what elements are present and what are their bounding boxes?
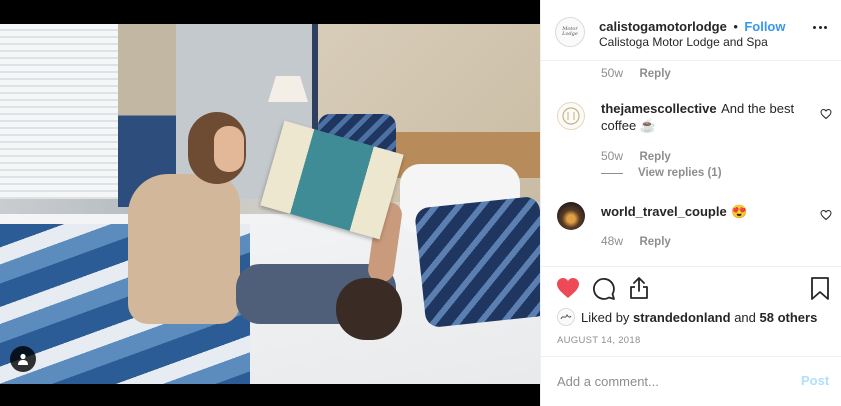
post-username[interactable]: calistogamotorlodge [599,19,727,34]
likes-others-link[interactable]: 58 others [760,310,818,325]
comment-age: 50w [601,66,624,80]
liker-logo-icon [560,313,572,320]
heart-icon[interactable] [556,277,580,299]
replies-divider [601,173,623,174]
comment-username[interactable]: world_travel_couple [601,204,727,219]
post-side-panel: Motor Lodge calistogamotorlodge • Follow… [540,0,841,406]
reply-button[interactable]: Reply [639,236,670,248]
post-location[interactable]: Calistoga Motor Lodge and Spa [599,35,768,49]
post-button[interactable]: Post [801,373,829,388]
user-tag-icon[interactable] [10,346,36,372]
share-icon[interactable] [628,276,650,300]
post-header: Motor Lodge calistogamotorlodge • Follow… [541,0,841,61]
divider [541,266,841,267]
bookmark-icon[interactable] [810,277,830,301]
post-photo[interactable] [0,0,540,406]
avatar-logo-text: Motor Lodge [562,25,578,37]
comment-age: 48w [601,234,624,248]
woman [128,174,240,324]
comment-age: 50w [601,149,624,163]
bedroom-scene [0,24,540,384]
comment-text: 😍 [731,204,748,219]
divider [541,356,841,357]
comment-like-heart-icon[interactable] [820,108,832,120]
likes-middle: and [734,310,756,325]
comment-icon[interactable] [592,277,616,301]
avatar[interactable] [557,102,585,130]
likes-prefix: Liked by [581,310,630,325]
comment-meta: 50w Reply [601,147,671,165]
post-date: AUGUST 14, 2018 [557,335,641,346]
comment-input[interactable] [557,372,777,390]
reply-button[interactable]: Reply [639,151,670,163]
view-replies-button[interactable]: View replies (1) [638,167,722,179]
pillow [414,195,540,329]
comment-username[interactable]: thejamescollective [601,101,717,116]
comment-like-heart-icon[interactable] [820,209,832,221]
reply-button[interactable]: Reply [639,68,670,80]
liker-avatar[interactable] [557,308,575,326]
avatar[interactable] [557,202,585,230]
follow-button[interactable]: Follow [744,19,785,34]
monogram-icon [562,107,580,125]
comment-meta: 48w Reply [601,232,671,250]
likes-summary: Liked by strandedonland and 58 others [581,310,817,325]
comment-meta: 50w Reply [601,64,671,82]
liker-username[interactable]: strandedonland [633,310,731,325]
avatar[interactable]: Motor Lodge [555,17,585,47]
window-blinds [0,24,124,199]
more-icon[interactable] [813,26,827,30]
separator-dot: • [733,19,738,34]
